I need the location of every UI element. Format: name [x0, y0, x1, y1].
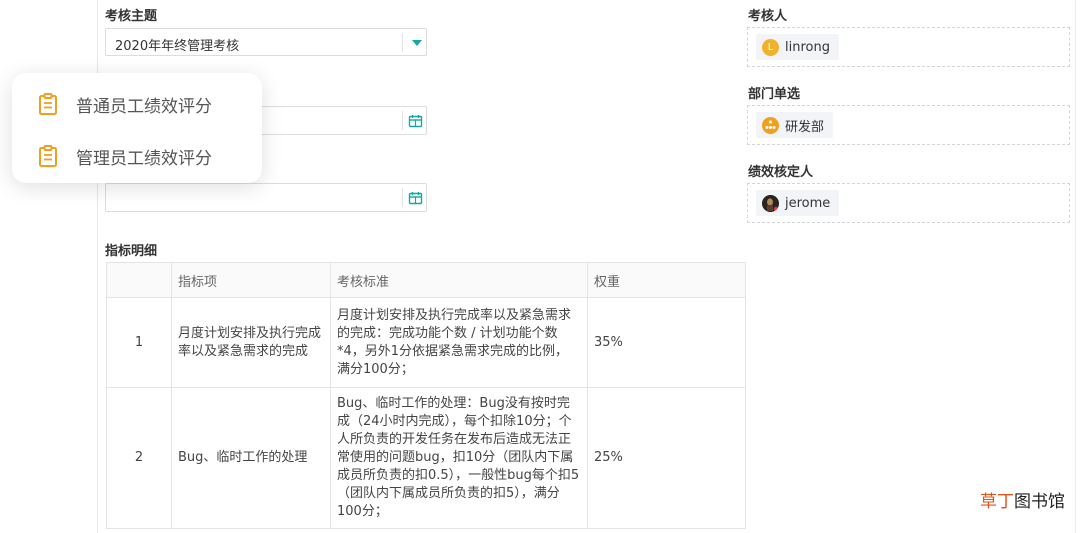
assessor-field[interactable]: L linrong: [747, 27, 1070, 67]
avatar: [762, 194, 779, 212]
detail-label: 指标明细: [105, 244, 158, 259]
field-divider: [402, 188, 403, 207]
header-index: [106, 262, 172, 298]
select-divider: [402, 33, 403, 52]
field-divider: [402, 111, 403, 130]
theme-label: 考核主题: [105, 9, 158, 24]
approver-name: jerome: [785, 195, 831, 211]
dept-field[interactable]: 研发部: [747, 105, 1070, 145]
row-item: 月度计划安排及执行完成率以及紧急需求的完成: [171, 297, 331, 388]
row-criteria: Bug、临时工作的处理：Bug没有按时完成（24小时内完成），每个扣除10分；个…: [330, 387, 588, 529]
dept-name: 研发部: [785, 119, 825, 135]
clipboard-icon: [39, 93, 57, 115]
assessor-chip[interactable]: L linrong: [756, 34, 839, 60]
menu-item-label: 普通员工绩效评分: [76, 96, 212, 117]
header-weight: 权重: [587, 262, 746, 298]
watermark-rest: 图书馆: [1014, 492, 1065, 512]
approver-chip[interactable]: jerome: [756, 190, 840, 216]
dept-chip[interactable]: 研发部: [756, 112, 834, 138]
table-row[interactable]: 2 Bug、临时工作的处理 Bug、临时工作的处理：Bug没有按时完成（24小时…: [106, 387, 746, 529]
end-date-field[interactable]: [105, 183, 427, 212]
row-number: 2: [106, 387, 172, 529]
calendar-icon[interactable]: [408, 191, 423, 205]
clipboard-icon: [39, 145, 57, 167]
calendar-icon[interactable]: [408, 114, 423, 128]
page-right-border: [1075, 0, 1076, 533]
row-number: 1: [106, 297, 172, 388]
row-criteria: 月度计划安排及执行完成率以及紧急需求的完成：完成功能个数 / 计划功能个数*4，…: [330, 297, 588, 388]
avatar: L: [762, 38, 779, 56]
department-icon: [762, 116, 779, 134]
assessor-name: linrong: [785, 39, 830, 55]
indicator-table: 指标项 考核标准 权重 1 月度计划安排及执行完成率以及紧急需求的完成 月度计划…: [106, 262, 746, 529]
row-item: Bug、临时工作的处理: [171, 387, 331, 529]
assessor-label: 考核人: [748, 9, 788, 24]
table-row[interactable]: 1 月度计划安排及执行完成率以及紧急需求的完成 月度计划安排及执行完成率以及紧急…: [106, 297, 746, 388]
watermark: 草丁 图书馆: [980, 487, 1065, 512]
theme-select-value: 2020年年终管理考核: [115, 39, 240, 54]
table-header-row: 指标项 考核标准 权重: [106, 262, 746, 298]
theme-select[interactable]: 2020年年终管理考核: [105, 28, 427, 56]
template-popup-menu: 普通员工绩效评分 管理员工绩效评分: [12, 73, 262, 183]
menu-item-label: 管理员工绩效评分: [76, 148, 212, 169]
menu-item-manager-staff[interactable]: 管理员工绩效评分: [38, 143, 212, 169]
dept-label: 部门单选: [748, 87, 801, 102]
row-weight: 25%: [587, 387, 746, 529]
approver-field[interactable]: jerome: [747, 183, 1070, 223]
menu-item-regular-staff[interactable]: 普通员工绩效评分: [38, 91, 212, 117]
chevron-down-icon[interactable]: [412, 40, 422, 46]
approver-label: 绩效核定人: [748, 165, 814, 180]
watermark-highlight: 草丁: [980, 492, 1014, 512]
row-weight: 35%: [587, 297, 746, 388]
header-criteria: 考核标准: [330, 262, 588, 298]
header-item: 指标项: [171, 262, 331, 298]
